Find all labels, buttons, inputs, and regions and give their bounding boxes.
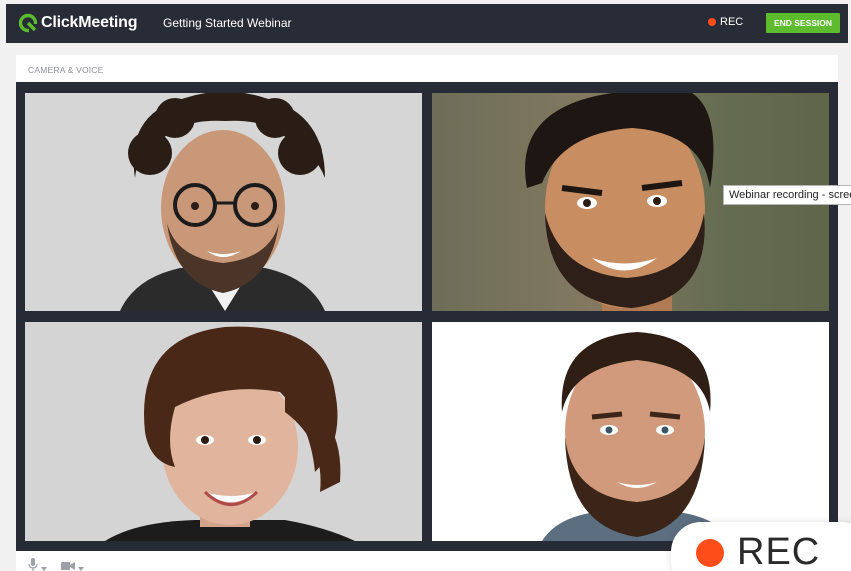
chevron-down-icon <box>41 558 47 571</box>
logo-icon <box>18 13 38 33</box>
microphone-toggle[interactable] <box>28 558 47 571</box>
participant-video-1 <box>120 93 325 311</box>
video-tile-1[interactable] <box>25 93 422 311</box>
video-tile-3[interactable] <box>25 322 422 541</box>
end-session-button[interactable]: END SESSION <box>766 13 840 33</box>
video-tile-4[interactable] <box>432 322 829 541</box>
tooltip: Webinar recording - screen <box>723 185 851 205</box>
top-bar: ClickMeeting Getting Started Webinar REC… <box>6 4 848 43</box>
logo-text: ClickMeeting <box>41 14 138 31</box>
rec-dot-icon <box>696 539 724 567</box>
participant-video-4 <box>542 332 732 541</box>
webinar-title: Getting Started Webinar <box>163 16 292 30</box>
chevron-down-icon <box>78 558 84 571</box>
participant-video-3 <box>105 326 355 541</box>
rec-dot-icon <box>708 18 716 26</box>
media-toolbar <box>28 558 84 571</box>
rec-label: REC <box>720 16 744 28</box>
rec-badge: REC <box>671 522 851 571</box>
rec-badge-label: REC <box>737 531 821 571</box>
panel-title: CAMERA & VOICE <box>28 65 104 75</box>
video-grid <box>16 82 838 551</box>
camera-voice-panel: CAMERA & VOICE <box>16 55 838 571</box>
clickmeeting-logo: ClickMeeting <box>18 13 137 33</box>
rec-indicator: REC <box>708 16 743 28</box>
camera-icon <box>61 558 75 571</box>
microphone-icon <box>28 558 38 571</box>
camera-toggle[interactable] <box>61 558 84 571</box>
